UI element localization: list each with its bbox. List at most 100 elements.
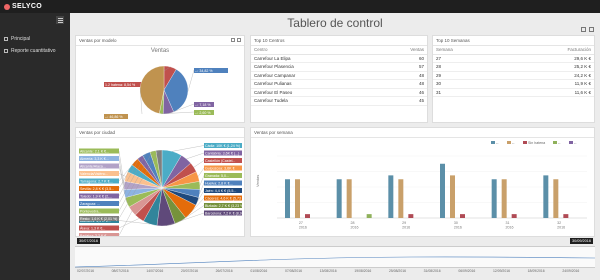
city-pie-chart: Cádiz: 10K € (1,24 %) Cantabria: 3,6K € (…: [79, 143, 246, 238]
table-row[interactable]: 29 24,2 K €: [433, 71, 594, 80]
centros-cell: 57: [375, 62, 427, 72]
slider-end-label: 30/09/2016: [569, 238, 593, 244]
pie-leader-line: [118, 211, 133, 236]
pie-label: Barcelona: 7,2 K € (8,9...: [205, 211, 244, 215]
sidebar-item-principal[interactable]: Principal: [0, 33, 70, 45]
pie-label: --: 7,18 %: [195, 103, 211, 107]
bar: [346, 179, 352, 218]
brand-name: SELYCO: [12, 3, 42, 10]
semanas-cell: 30: [433, 79, 504, 89]
centros-cell: Carrefour La Elipa: [251, 54, 376, 63]
panel-ventas-semana: Ventas por semana Ventas 27 2016 28 2016 29 20…: [250, 127, 595, 237]
pie-label: Bizkaia: 2,7 K € (3,23 %): [205, 204, 244, 208]
pie-leader-line: [172, 145, 205, 152]
pie-label: Jaén: 4,4 K € (5,5...: [205, 189, 236, 193]
pie-label: Cáceres: 4,6 K € (5,73 %): [205, 196, 244, 200]
semanas-cell: 25,2 K €: [503, 62, 594, 72]
semanas-cell: 11,6 K €: [503, 88, 594, 97]
column-header[interactable]: Facturación: [503, 46, 594, 55]
pie-leader-line: [186, 152, 205, 160]
x-tick-label: 27: [299, 221, 303, 225]
slider-tick-label: 13/08/2016: [319, 269, 337, 273]
bar: [511, 214, 517, 218]
pie-label: Álava: 1,3 K €...: [80, 226, 105, 230]
slider-tick-label: 02/07/2016: [77, 269, 94, 273]
slider-tick-label: 18/09/2016: [527, 269, 545, 273]
sidebar-item-reporte[interactable]: Reporte cuantitativo: [0, 45, 70, 57]
bar: [553, 179, 559, 218]
pie-label: Resto: 1,6 K € (2,01 %): [80, 217, 117, 221]
table-row[interactable]: Carrefour Plasencia 57: [251, 62, 427, 72]
panel-title: Ventas por semana: [251, 128, 594, 138]
centros-cell: Carrefour Tudela: [251, 96, 376, 106]
menu-toggle-button[interactable]: [56, 16, 64, 24]
bar: [501, 179, 507, 218]
column-header[interactable]: Semana: [433, 46, 504, 55]
slider-tick-label: 24/09/2016: [562, 269, 580, 273]
bar: [491, 179, 497, 218]
pie-label: 1.2 hatena: 8,54 %: [105, 83, 136, 87]
filter-icon[interactable]: [231, 38, 235, 42]
x-tick-label: 2016: [506, 226, 514, 230]
export-icon[interactable]: [581, 27, 586, 32]
panel-ventas-ciudad: Ventas por ciudad Cádiz: 10K € (1,24 %) C…: [75, 127, 246, 238]
centros-cell: 46: [375, 88, 427, 97]
table-row[interactable]: Carrefour Pulianas 48: [251, 79, 427, 89]
slider-tick-label: 07/08/2016: [285, 269, 302, 273]
pie-label: Toledo: 1,9 K € (2,...: [80, 194, 112, 198]
column-header[interactable]: Centro: [251, 46, 376, 55]
legend-swatch: [553, 141, 557, 144]
slider-start-label: 30/07/2016: [77, 238, 101, 244]
bar: [450, 175, 455, 218]
sidebar-item-label: Reporte cuantitativo: [11, 48, 56, 54]
bar: [366, 214, 372, 218]
pie-leader-line: [118, 218, 140, 229]
x-tick-label: 2016: [557, 226, 565, 230]
report-icon: [4, 49, 8, 53]
x-tick-label: 2016: [351, 226, 359, 230]
logo-icon: [4, 3, 10, 10]
x-tick-label: 28: [351, 221, 355, 225]
pie-label: Almería: 3,3 K €...: [80, 157, 109, 161]
slider-tick-label: 08/07/2016: [111, 269, 129, 273]
slider-tick-label: 26/07/2016: [215, 269, 233, 273]
bar: [440, 163, 445, 218]
slider-tick-label: 19/08/2016: [354, 269, 372, 273]
slider-tick-label: 25/08/2016: [389, 269, 406, 273]
pie-label: --: 2,60 %: [195, 111, 211, 115]
x-tick-label: 2016: [299, 226, 307, 230]
table-row[interactable]: 28 25,2 K €: [433, 62, 594, 72]
slider-track[interactable]: [74, 246, 596, 268]
table-row[interactable]: Carrefour Tudela 45: [251, 96, 427, 106]
settings-icon[interactable]: [237, 38, 241, 42]
table-row[interactable]: Carrefour La Elipa 60: [251, 54, 427, 63]
centros-cell: 60: [375, 54, 427, 63]
date-range-slider[interactable]: 30/07/2016 30/09/2016 02/07/2016 08/07/20…: [74, 238, 596, 278]
semanas-cell: 29: [433, 71, 504, 80]
pie-leader-line: [193, 160, 205, 168]
table-row[interactable]: 31 11,6 K €: [433, 88, 594, 97]
table-row[interactable]: Carrefour El Paseo 46: [251, 88, 427, 97]
table-row[interactable]: 30 11,9 K €: [433, 79, 594, 89]
bar: [295, 179, 300, 218]
centros-cell: Carrefour Pulianas: [251, 79, 376, 89]
slider-tick-label: 06/09/2016: [458, 269, 476, 273]
print-icon[interactable]: [589, 27, 594, 32]
pie-label: --: 34,82 %: [195, 69, 213, 73]
bar: [305, 214, 310, 218]
pie-label: Huelva: 2,8 K €...: [205, 181, 233, 185]
table-row[interactable]: 27 29,6 K €: [433, 54, 594, 63]
pie-label: Cantabria: 3,6K € (...): [205, 151, 239, 155]
sidebar-item-label: Principal: [11, 36, 31, 42]
column-header[interactable]: Ventas: [375, 46, 427, 55]
dashboard-root: SELYCO Principal Reporte cuantitativo Ta…: [0, 0, 600, 280]
pie-slice: [139, 65, 165, 114]
model-pie-chart: 1.2 hatena: 8,54 % --: 34,82 % --: 7,18 % -…: [104, 65, 228, 119]
pie-label: Valencia/Valénc...: [80, 172, 108, 176]
centros-cell: 45: [375, 96, 427, 106]
panel-title: Top 10 Semanas: [433, 36, 594, 46]
semanas-table: Semana Facturación 27 29,6 K €28 25,2 K €2…: [433, 46, 594, 97]
x-tick-label: 32: [557, 221, 561, 225]
brand-logo[interactable]: SELYCO: [0, 3, 70, 10]
table-row[interactable]: Carrefour Campanar 48: [251, 71, 427, 80]
